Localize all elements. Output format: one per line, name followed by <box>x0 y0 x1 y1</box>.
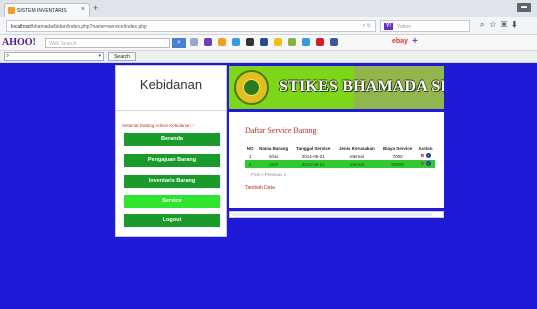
reload-icon[interactable]: ▿ ↻ <box>363 23 371 29</box>
cell-action: ✖ i <box>416 152 435 160</box>
delete-icon[interactable]: ✖ <box>421 153 425 158</box>
browser-toolbar-icons: ⌕☆▣⬇ <box>480 20 522 30</box>
bookmarks-icon[interactable]: ▣ <box>501 20 512 29</box>
column-header: Biaya Service <box>382 146 413 151</box>
sidebar-divider <box>116 110 226 111</box>
find-search-button[interactable]: Search <box>108 52 136 61</box>
menu-beranda[interactable]: Beranda <box>124 133 220 146</box>
url-path: /bhamada/bidan/index.php?name=service/in… <box>30 24 147 30</box>
flickr-icon[interactable] <box>246 38 254 46</box>
window-control-button[interactable]: ▬ <box>517 3 531 12</box>
add-toolbar-button[interactable]: + <box>412 36 418 47</box>
yahoo-search-placeholder: Yahoo <box>397 24 412 30</box>
page-body: Kebidanan Selamat Datang Admin Kebidanan… <box>0 63 537 309</box>
ebay-link[interactable]: ebay <box>392 38 408 45</box>
tumblr-icon[interactable] <box>260 38 268 46</box>
main-content: Daftar Service Barang NO Nama Barang Tan… <box>229 112 444 208</box>
image-icon[interactable] <box>232 38 240 46</box>
new-tab-button[interactable]: + <box>93 3 98 13</box>
plus-icon[interactable] <box>190 38 198 46</box>
menu-pengajuan-barang[interactable]: Pengajuan Barang <box>124 154 220 167</box>
yahoo-search-box[interactable]: Y! Yahoo <box>380 20 470 32</box>
bookmark-icon[interactable] <box>316 38 324 46</box>
banner-title: STIKES BHAMADA SLAWI <box>279 78 444 95</box>
table-header-row: NO Nama Barang Tanggal Service Jenis Ker… <box>245 145 435 152</box>
column-header: Tanggal Service <box>296 146 331 151</box>
column-header: Nama Barang <box>259 146 289 151</box>
welcome-text: Selamat Datang Admin Kebidanan :- <box>122 123 195 128</box>
cell-biaya: 50000 <box>379 160 417 168</box>
close-tab-icon[interactable]: × <box>81 6 85 13</box>
menu-service[interactable]: Service <box>124 195 220 208</box>
yahoo-logo-icon: Y! <box>384 23 393 30</box>
download-icon[interactable]: ⬇ <box>512 20 522 29</box>
cell-tanggal: 2014-06-21 <box>301 153 325 159</box>
toolbar-search-input[interactable]: Web Search <box>45 38 170 48</box>
browser-window: SISTEM INVENTARIS × + ▬ localhost/bhamad… <box>0 0 537 309</box>
cell-jenis: eternal <box>334 160 380 168</box>
toolbar-app-icons <box>190 38 344 48</box>
favicon-icon <box>8 7 15 14</box>
delete-icon[interactable]: ✖ <box>421 161 425 166</box>
yahoo-toolbar-logo: AHOO! <box>2 37 36 48</box>
toolbar-search-button[interactable]: ⌕ <box>172 38 186 48</box>
column-header: Action <box>418 146 433 151</box>
mail-icon[interactable] <box>204 38 212 46</box>
sun-icon[interactable] <box>218 38 226 46</box>
find-bar: ⌕ ▾ Search <box>0 51 537 63</box>
cell-jenis: eternal <box>350 153 364 159</box>
navigation-bar: localhost/bhamada/bidan/index.php?name=s… <box>0 17 537 35</box>
table-row: 2 infal 2014-06-21 eternal 50000 ✖ i <box>245 160 435 168</box>
footer-inner <box>232 213 432 216</box>
cell-nama-barang: infal <box>255 160 292 168</box>
yahoo-toolbar: AHOO! Web Search ⌕ ebay + <box>0 35 537 51</box>
column-header: Jenis Kerusakan <box>338 146 375 151</box>
tab-title: SISTEM INVENTARIS <box>17 8 67 14</box>
page-title: Daftar Service Barang <box>245 126 317 135</box>
address-bar[interactable]: localhost/bhamada/bidan/index.php?name=s… <box>6 20 376 32</box>
cell-biaya: 7000 <box>392 153 403 159</box>
table-row: 1 infus 2014-06-21 eternal 7000 ✖ i <box>245 152 435 160</box>
calendar-icon[interactable] <box>288 38 296 46</box>
stikes-logo-icon <box>234 70 269 105</box>
info-icon[interactable]: i <box>425 153 431 158</box>
add-data-link[interactable]: Tambah Data <box>245 185 275 191</box>
url-host: localhost <box>11 24 31 30</box>
service-table: NO Nama Barang Tanggal Service Jenis Ker… <box>245 145 435 168</box>
edit-icon[interactable] <box>302 38 310 46</box>
cell-nama-barang: infus <box>268 153 279 159</box>
cell-no: 1 <box>248 153 252 159</box>
tab-bar: SISTEM INVENTARIS × + ▬ <box>0 0 537 17</box>
pagination[interactable]: First < Previous 1 <box>251 172 286 177</box>
sidebar-brand: Kebidanan <box>139 77 203 92</box>
menu-logout[interactable]: Logout <box>124 214 220 227</box>
sidebar: Kebidanan Selamat Datang Admin Kebidanan… <box>116 66 226 236</box>
cell-action: ✖ i <box>416 160 435 168</box>
find-input[interactable]: ⌕ ▾ <box>4 52 104 61</box>
info-icon[interactable]: i <box>425 161 431 166</box>
column-header: NO <box>246 146 254 151</box>
footer-bar <box>229 211 444 218</box>
header-banner: STIKES BHAMADA SLAWI <box>229 66 444 109</box>
browser-tab[interactable]: SISTEM INVENTARIS × <box>4 3 90 17</box>
facebook-icon[interactable] <box>330 38 338 46</box>
cell-tanggal: 2014-06-21 <box>291 160 335 168</box>
chevron-down-icon[interactable]: ▾ <box>98 53 101 59</box>
star-icon[interactable]: ☆ <box>489 20 501 29</box>
news-icon[interactable] <box>274 38 282 46</box>
magnifier-icon: ⌕ <box>6 53 10 59</box>
menu-inventaris-barang[interactable]: Inventaris Barang <box>124 175 220 188</box>
cell-no: 2 <box>245 160 256 168</box>
